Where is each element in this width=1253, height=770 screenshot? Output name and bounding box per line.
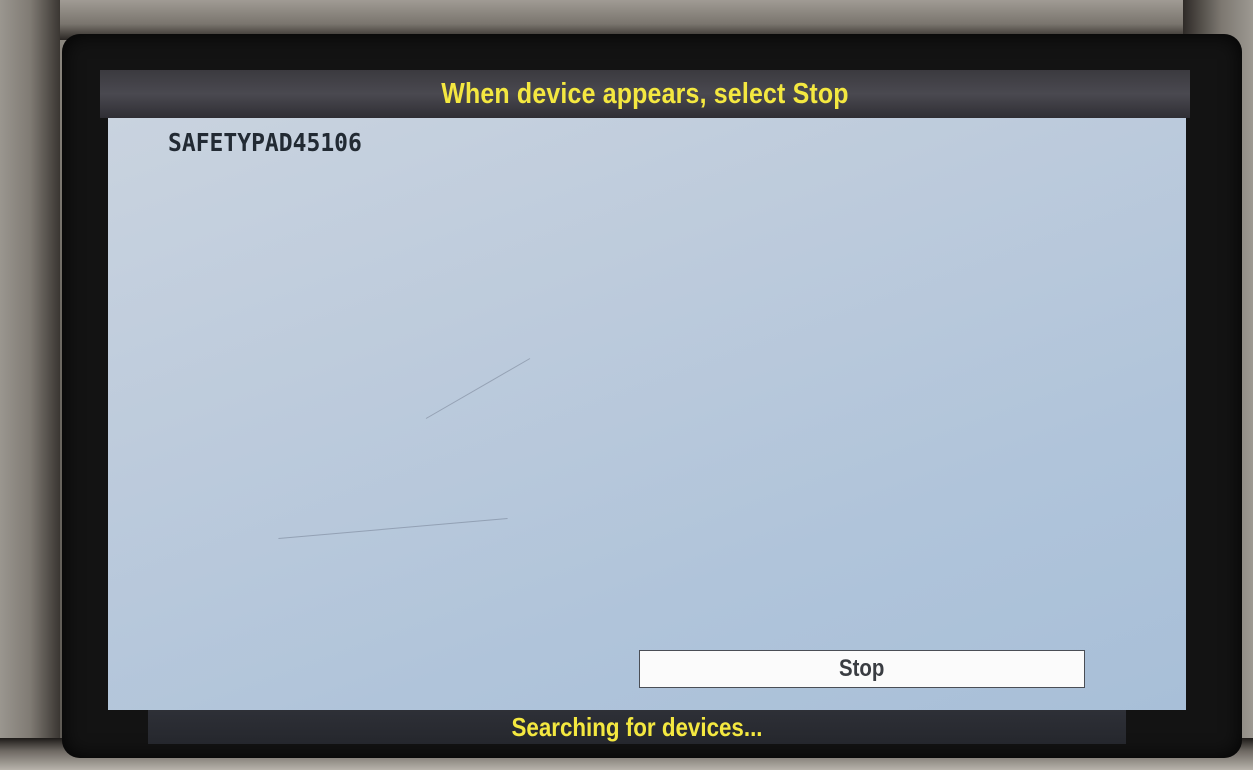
- status-message: Searching for devices...: [511, 712, 763, 742]
- monitor-bezel-left: [0, 0, 60, 770]
- stop-button[interactable]: Stop: [639, 650, 1085, 688]
- page-title: When device appears, select Stop: [441, 78, 849, 110]
- status-bar: Searching for devices...: [148, 710, 1126, 744]
- screen-scratch: [278, 517, 508, 540]
- title-bar: When device appears, select Stop: [100, 70, 1190, 118]
- device-list-panel: SAFETYPAD45106 Stop: [108, 118, 1186, 710]
- stop-button-label: Stop: [839, 655, 885, 682]
- device-list-item[interactable]: SAFETYPAD45106: [168, 128, 362, 157]
- screen-scratch: [425, 358, 531, 419]
